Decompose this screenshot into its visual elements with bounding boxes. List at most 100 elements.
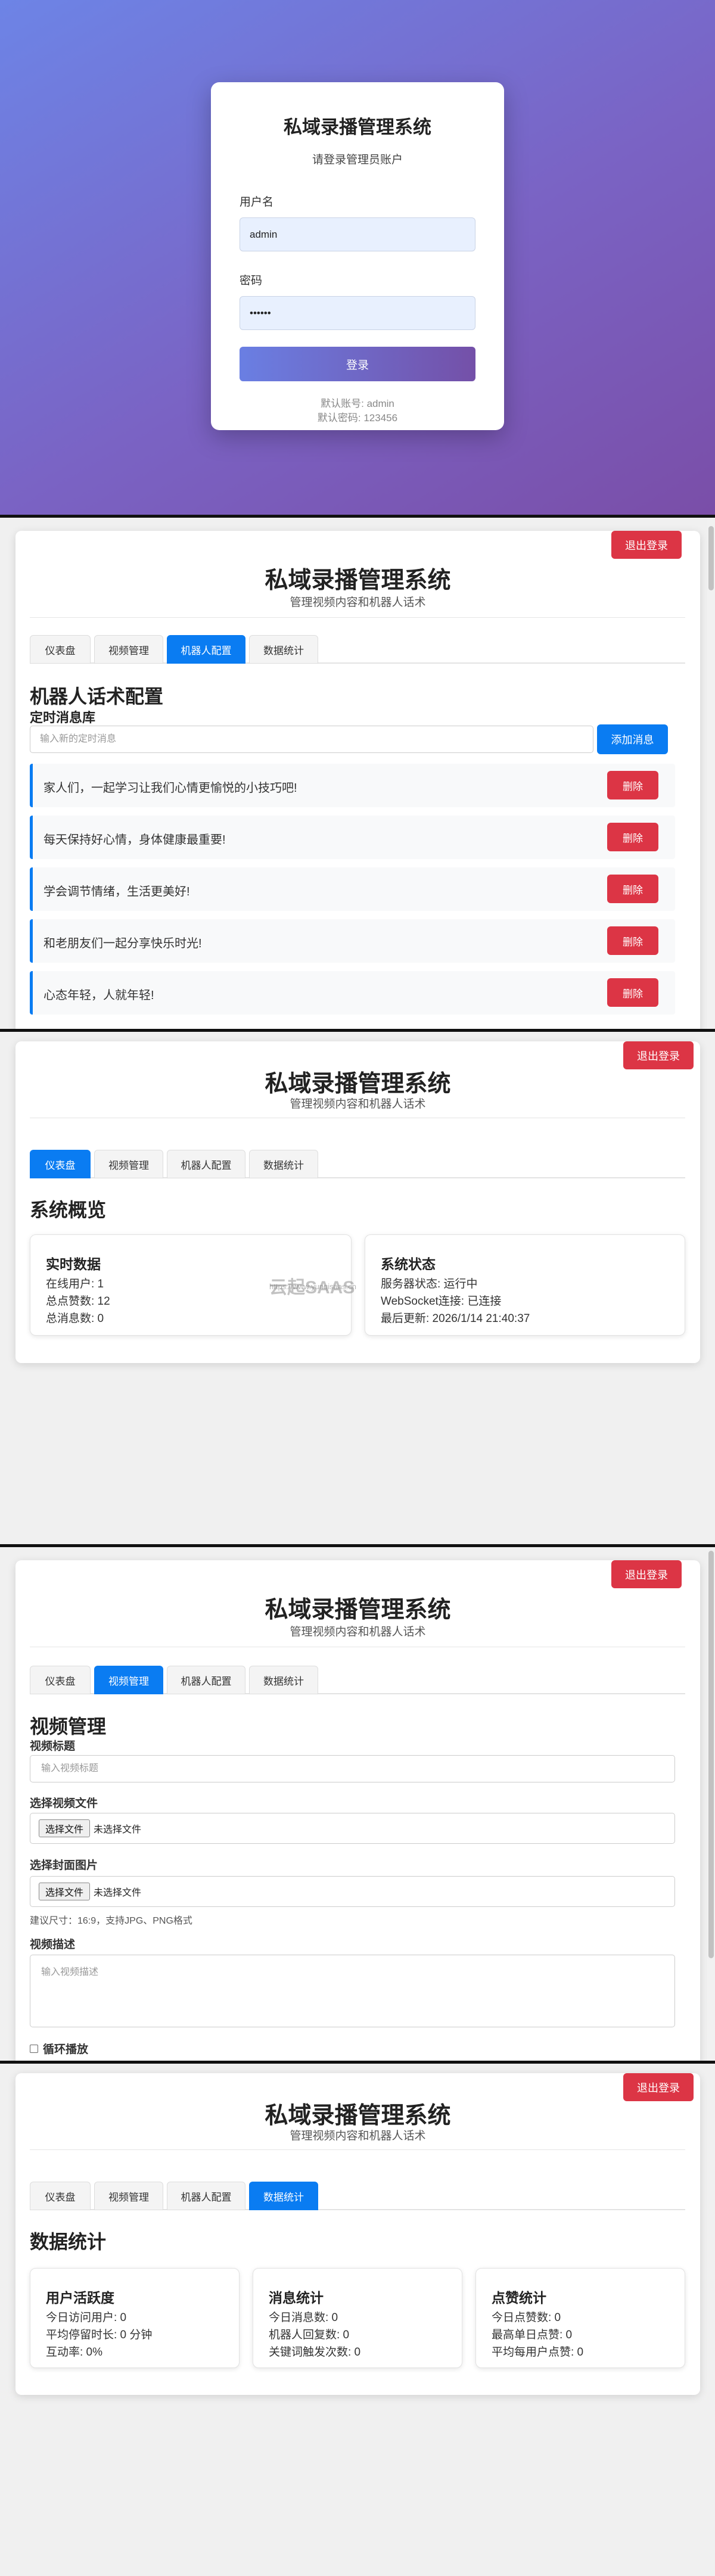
stat-line: 平均停留时长: 0 分钟: [46, 2329, 153, 2341]
app-container: 退出登录 私域录播管理系统 管理视频内容和机器人话术 仪表盘 视频管理 机器人配…: [15, 531, 700, 1029]
section-heading: 机器人话术配置: [30, 686, 164, 707]
message-stats-card: 消息统计 今日消息数: 0 机器人回复数: 0 关键词触发次数: 0: [253, 2268, 462, 2368]
tab-bar: 仪表盘 视频管理 机器人配置 数据统计: [30, 1150, 685, 1178]
login-subtitle: 请登录管理员账户: [312, 154, 403, 166]
password-input[interactable]: [240, 296, 475, 330]
loop-checkbox[interactable]: [30, 2044, 38, 2053]
message-item: 家人们，一起学习让我们心情更愉悦的小技巧吧! 删除: [30, 764, 675, 807]
default-account-hint: 默认账号: admin: [321, 398, 394, 409]
delete-message-button[interactable]: 删除: [607, 771, 658, 799]
websocket-status: WebSocket连接: 已连接: [381, 1295, 502, 1308]
message-item: 学会调节情绪，生活更美好! 删除: [30, 867, 675, 911]
no-file-chosen-text: 未选择文件: [94, 1825, 142, 1835]
delete-message-button[interactable]: 删除: [607, 978, 658, 1007]
password-label: 密码: [240, 275, 263, 287]
app-container: 退出登录 私域录播管理系统 管理视频内容和机器人话术 仪表盘 视频管理 机器人配…: [15, 1560, 700, 2061]
tab-robot[interactable]: 机器人配置: [167, 2182, 245, 2210]
scrollbar-thumb[interactable]: [708, 1551, 714, 1958]
app-subtitle: 管理视频内容和机器人话术: [290, 1626, 426, 1638]
username-label: 用户名: [240, 196, 274, 209]
tab-robot[interactable]: 机器人配置: [167, 1150, 245, 1178]
tab-robot[interactable]: 机器人配置: [167, 1666, 245, 1694]
delete-message-button[interactable]: 删除: [607, 926, 658, 955]
default-password-hint: 默认密码: 123456: [317, 412, 398, 424]
header-divider: [30, 2149, 685, 2150]
logout-button[interactable]: 退出登录: [611, 1560, 682, 1588]
no-file-chosen-text: 未选择文件: [94, 1888, 142, 1898]
video-title-input[interactable]: [30, 1755, 675, 1782]
username-input[interactable]: [240, 217, 475, 251]
last-updated: 最后更新: 2026/1/14 21:40:37: [381, 1312, 530, 1325]
video-description-label: 视频描述: [30, 1939, 76, 1951]
message-item: 每天保持好心情，身体健康最重要! 删除: [30, 816, 675, 859]
tab-video[interactable]: 视频管理: [94, 2182, 163, 2210]
tab-dashboard[interactable]: 仪表盘: [30, 635, 91, 664]
loop-label: 循环播放: [43, 2043, 89, 2056]
cover-size-hint: 建议尺寸：16:9，支持JPG、PNG格式: [30, 1916, 192, 1926]
message-item: 和老朋友们一起分享快乐时光! 删除: [30, 919, 675, 963]
login-button[interactable]: 登录: [240, 347, 475, 381]
choose-cover-file-button[interactable]: 选择文件: [39, 1883, 91, 1900]
scrollbar-thumb[interactable]: [708, 526, 714, 590]
app-subtitle: 管理视频内容和机器人话术: [290, 596, 426, 609]
app-container: 退出登录 私域录播管理系统 管理视频内容和机器人话术 仪表盘 视频管理 机器人配…: [15, 2073, 700, 2395]
tab-stats[interactable]: 数据统计: [249, 635, 318, 664]
stat-line: 平均每用户点赞: 0: [492, 2346, 584, 2359]
tab-video[interactable]: 视频管理: [94, 1666, 163, 1694]
video-file-label: 选择视频文件: [30, 1797, 98, 1810]
login-screen: 私域录播管理系统 请登录管理员账户 用户名 密码 登录 默认账号: admin …: [0, 0, 715, 515]
tab-bar: 仪表盘 视频管理 机器人配置 数据统计: [30, 1666, 685, 1694]
server-status: 服务器状态: 运行中: [381, 1278, 478, 1290]
tab-stats[interactable]: 数据统计: [249, 1150, 318, 1178]
tab-stats[interactable]: 数据统计: [249, 2182, 318, 2210]
new-message-input[interactable]: [30, 726, 593, 753]
stat-line: 今日点赞数: 0: [492, 2311, 561, 2324]
card-title: 点赞统计: [492, 2290, 546, 2306]
login-card: 私域录播管理系统 请登录管理员账户 用户名 密码 登录 默认账号: admin …: [211, 82, 504, 430]
message-item: 心态年轻，人就年轻! 删除: [30, 971, 675, 1015]
video-title-label: 视频标题: [30, 1740, 76, 1753]
scrollbar[interactable]: [707, 518, 715, 1029]
tab-bar: 仪表盘 视频管理 机器人配置 数据统计: [30, 2182, 685, 2210]
tab-video[interactable]: 视频管理: [94, 1150, 163, 1178]
tab-dashboard[interactable]: 仪表盘: [30, 1666, 91, 1694]
scrollbar[interactable]: [707, 1547, 715, 2061]
cover-image-label: 选择封面图片: [30, 1859, 98, 1872]
app-title: 私域录播管理系统: [265, 1071, 451, 1097]
app-title: 私域录播管理系统: [265, 568, 451, 593]
stat-line: 机器人回复数: 0: [269, 2329, 350, 2341]
video-management-screen: 退出登录 私域录播管理系统 管理视频内容和机器人话术 仪表盘 视频管理 机器人配…: [0, 1547, 715, 2061]
logout-button[interactable]: 退出登录: [611, 531, 682, 559]
header-divider: [30, 617, 685, 618]
message-text: 家人们，一起学习让我们心情更愉悦的小技巧吧!: [43, 782, 297, 795]
user-activity-card: 用户活跃度 今日访问用户: 0 平均停留时长: 0 分钟 互动率: 0%: [30, 2268, 240, 2368]
message-text: 和老朋友们一起分享快乐时光!: [43, 937, 202, 950]
cover-image-input[interactable]: 选择文件 未选择文件: [30, 1876, 675, 1907]
like-stats-card: 点赞统计 今日点赞数: 0 最高单日点赞: 0 平均每用户点赞: 0: [475, 2268, 685, 2368]
delete-message-button[interactable]: 删除: [607, 875, 658, 903]
choose-video-file-button[interactable]: 选择文件: [39, 1819, 91, 1837]
app-container: 退出登录 私域录播管理系统 管理视频内容和机器人话术 仪表盘 视频管理 机器人配…: [15, 1041, 700, 1363]
statistics-screen: 退出登录 私域录播管理系统 管理视频内容和机器人话术 仪表盘 视频管理 机器人配…: [0, 2064, 715, 2576]
section-heading: 视频管理: [30, 1716, 107, 1737]
card-title: 消息统计: [269, 2290, 324, 2306]
login-title: 私域录播管理系统: [284, 117, 431, 138]
tab-dashboard[interactable]: 仪表盘: [30, 1150, 91, 1178]
message-text: 每天保持好心情，身体健康最重要!: [43, 833, 226, 847]
video-description-input[interactable]: [30, 1955, 675, 2027]
total-messages: 总消息数: 0: [46, 1312, 104, 1325]
loop-play-option[interactable]: 循环播放: [30, 2040, 88, 2057]
tab-video[interactable]: 视频管理: [94, 635, 163, 664]
stat-line: 互动率: 0%: [46, 2346, 103, 2359]
dashboard-screen: 退出登录 私域录播管理系统 管理视频内容和机器人话术 仪表盘 视频管理 机器人配…: [0, 1032, 715, 1544]
stat-line: 今日消息数: 0: [269, 2311, 338, 2324]
watermark-url: https://www.yunqisaas.cn: [269, 1282, 356, 1291]
section-heading: 数据统计: [30, 2231, 107, 2253]
add-message-button[interactable]: 添加消息: [597, 724, 668, 754]
video-file-input[interactable]: 选择文件 未选择文件: [30, 1813, 675, 1844]
tab-robot[interactable]: 机器人配置: [167, 635, 245, 664]
app-title: 私域录播管理系统: [265, 1597, 451, 1623]
tab-dashboard[interactable]: 仪表盘: [30, 2182, 91, 2210]
tab-stats[interactable]: 数据统计: [249, 1666, 318, 1694]
delete-message-button[interactable]: 删除: [607, 823, 658, 851]
